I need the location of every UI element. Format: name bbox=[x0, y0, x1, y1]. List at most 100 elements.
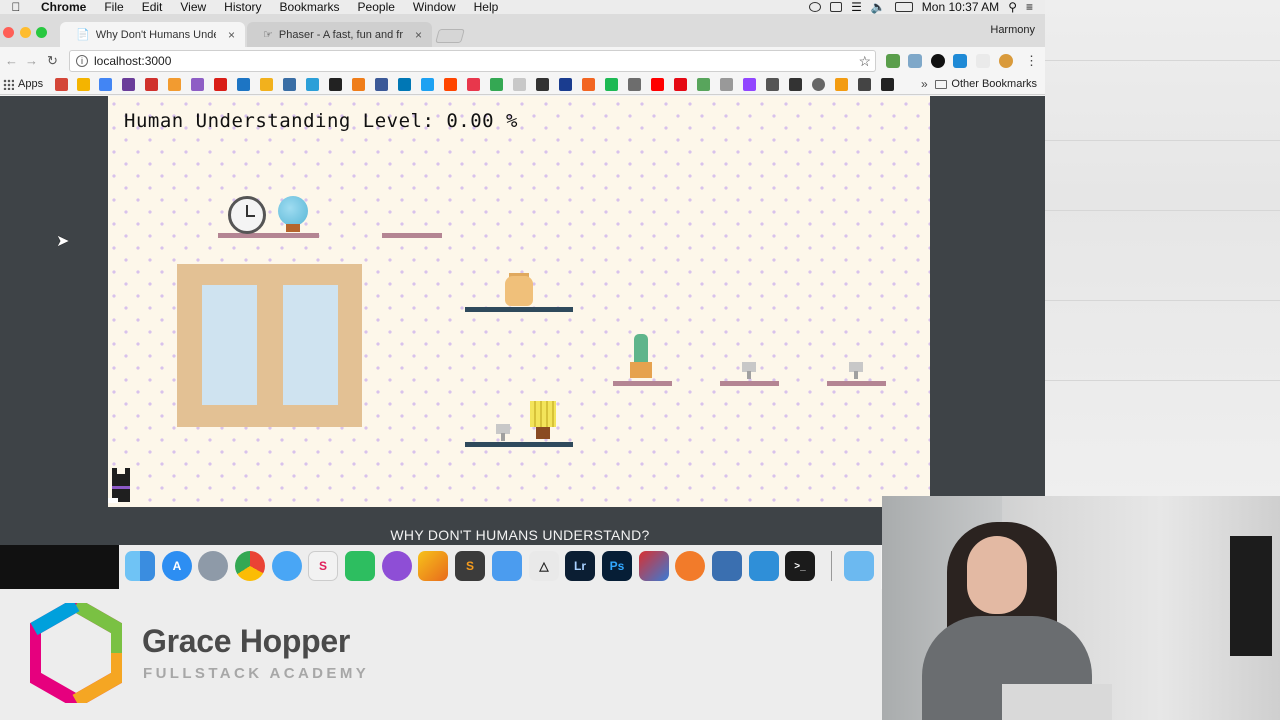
evernote-icon[interactable] bbox=[345, 551, 375, 581]
netflix-icon[interactable] bbox=[674, 78, 687, 91]
minimize-window-button[interactable] bbox=[20, 27, 31, 38]
profile-name[interactable]: Harmony bbox=[990, 24, 1035, 36]
bookmark-icon[interactable] bbox=[191, 78, 204, 91]
clock-icon[interactable] bbox=[228, 196, 266, 234]
sublime-text-icon[interactable]: S bbox=[455, 551, 485, 581]
cactus-icon[interactable] bbox=[634, 334, 648, 362]
close-window-button[interactable] bbox=[3, 27, 14, 38]
folder-icon[interactable] bbox=[844, 551, 874, 581]
sync-icon[interactable] bbox=[809, 2, 822, 12]
bookmark-icon[interactable] bbox=[490, 78, 503, 91]
info-icon[interactable]: i bbox=[76, 55, 88, 67]
bookmark-icon[interactable] bbox=[812, 78, 825, 91]
bookmark-icon[interactable] bbox=[122, 78, 135, 91]
tes-icon[interactable] bbox=[418, 551, 448, 581]
app-store-icon[interactable]: A bbox=[162, 551, 192, 581]
bookmark-icon[interactable] bbox=[260, 78, 273, 91]
bookmark-icon[interactable] bbox=[237, 78, 250, 91]
menu-chrome[interactable]: Chrome bbox=[32, 0, 95, 14]
wifi-icon[interactable]: ☰ bbox=[851, 0, 862, 14]
bookmark-icon[interactable] bbox=[628, 78, 641, 91]
bookmark-apps[interactable]: Apps bbox=[3, 78, 43, 90]
extension-icon[interactable] bbox=[999, 54, 1013, 68]
extension-icon[interactable] bbox=[931, 54, 945, 68]
forward-icon[interactable]: → bbox=[25, 53, 38, 68]
spotify-icon[interactable] bbox=[605, 78, 618, 91]
menu-help[interactable]: Help bbox=[465, 0, 508, 14]
tiled-icon[interactable] bbox=[712, 551, 742, 581]
slack-icon[interactable]: S bbox=[308, 551, 338, 581]
tab-game[interactable]: 📄 Why Don't Humans Understan × bbox=[60, 22, 245, 47]
paw-icon[interactable] bbox=[675, 551, 705, 581]
bookmark-icon[interactable] bbox=[720, 78, 733, 91]
extension-icon[interactable] bbox=[886, 54, 900, 68]
menu-kebab-icon[interactable]: ⋮ bbox=[1025, 53, 1038, 69]
close-tab-icon[interactable]: × bbox=[415, 28, 422, 42]
facebook-icon[interactable] bbox=[375, 78, 388, 91]
reload-icon[interactable]: ↻ bbox=[47, 53, 58, 69]
bookmark-icon[interactable] bbox=[881, 78, 894, 91]
mesh-icon[interactable] bbox=[749, 551, 779, 581]
extension-icon[interactable] bbox=[908, 54, 922, 68]
finder-icon[interactable] bbox=[125, 551, 155, 581]
pocket-icon[interactable] bbox=[467, 78, 480, 91]
vase-icon[interactable] bbox=[505, 276, 533, 306]
bookmark-icon[interactable] bbox=[283, 78, 296, 91]
sketchbook-icon[interactable] bbox=[382, 551, 412, 581]
notification-center-icon[interactable]: ≡ bbox=[1026, 0, 1033, 14]
linkedin-icon[interactable] bbox=[398, 78, 411, 91]
bookmark-icon[interactable] bbox=[536, 78, 549, 91]
extension-icon[interactable] bbox=[976, 54, 990, 68]
photoshop-icon[interactable]: Ps bbox=[602, 551, 632, 581]
calendar-icon[interactable] bbox=[99, 78, 112, 91]
amazon-icon[interactable] bbox=[329, 78, 342, 91]
bookmark-icon[interactable] bbox=[559, 78, 572, 91]
lightroom-icon[interactable]: Lr bbox=[565, 551, 595, 581]
extension-icon[interactable] bbox=[953, 54, 967, 68]
back-icon[interactable]: ← bbox=[5, 53, 18, 68]
reddit-icon[interactable] bbox=[444, 78, 457, 91]
xcode-icon[interactable] bbox=[492, 551, 522, 581]
unity-icon[interactable]: △ bbox=[529, 551, 559, 581]
spotlight-icon[interactable]: ⚲ bbox=[1008, 0, 1017, 14]
bookmark-icon[interactable] bbox=[697, 78, 710, 91]
twitter-icon[interactable] bbox=[421, 78, 434, 91]
launchpad-icon[interactable] bbox=[198, 551, 228, 581]
globe-icon[interactable] bbox=[278, 196, 308, 226]
bookmark-icon[interactable] bbox=[145, 78, 158, 91]
close-tab-icon[interactable]: × bbox=[228, 28, 235, 42]
menubar-clock[interactable]: Mon 10:37 AM bbox=[922, 0, 999, 14]
volume-icon[interactable]: 🔈 bbox=[871, 0, 886, 14]
bookmark-icon[interactable] bbox=[743, 78, 756, 91]
bookmark-icon[interactable] bbox=[766, 78, 779, 91]
bookmark-star-icon[interactable]: ☆ bbox=[858, 53, 875, 70]
chrome-icon[interactable] bbox=[235, 551, 265, 581]
new-tab-button[interactable] bbox=[435, 29, 465, 43]
menu-view[interactable]: View bbox=[171, 0, 215, 14]
battery-icon[interactable] bbox=[894, 2, 913, 12]
address-text[interactable]: localhost:3000 bbox=[94, 54, 171, 68]
parallels-icon[interactable] bbox=[639, 551, 669, 581]
other-bookmarks[interactable]: Other Bookmarks bbox=[935, 78, 1037, 90]
bookmark-icon[interactable] bbox=[789, 78, 802, 91]
bookmark-icon[interactable] bbox=[352, 78, 365, 91]
menu-bookmarks[interactable]: Bookmarks bbox=[271, 0, 349, 14]
tab-phaser[interactable]: ☞ Phaser - A fast, fun and free o × bbox=[247, 22, 432, 47]
menu-edit[interactable]: Edit bbox=[133, 0, 172, 14]
cat-player-sprite[interactable] bbox=[108, 468, 134, 506]
bookmarks-overflow-icon[interactable]: » bbox=[921, 77, 928, 91]
screen-mirror-icon[interactable] bbox=[830, 2, 843, 12]
menu-file[interactable]: File bbox=[95, 0, 132, 14]
messages-icon[interactable] bbox=[272, 551, 302, 581]
keep-icon[interactable] bbox=[77, 78, 90, 91]
address-bar[interactable]: i localhost:3000 ☆ bbox=[69, 50, 876, 72]
lamp-icon[interactable] bbox=[530, 401, 556, 427]
bookmark-icon[interactable] bbox=[214, 78, 227, 91]
bookmark-icon[interactable] bbox=[168, 78, 181, 91]
bookmark-icon[interactable] bbox=[582, 78, 595, 91]
gmail-icon[interactable] bbox=[55, 78, 68, 91]
menu-window[interactable]: Window bbox=[404, 0, 465, 14]
bookmark-icon[interactable] bbox=[306, 78, 319, 91]
game-canvas[interactable]: Human Understanding Level: 0.00 % bbox=[108, 96, 930, 507]
apple-menu-icon[interactable]:  bbox=[0, 0, 32, 14]
